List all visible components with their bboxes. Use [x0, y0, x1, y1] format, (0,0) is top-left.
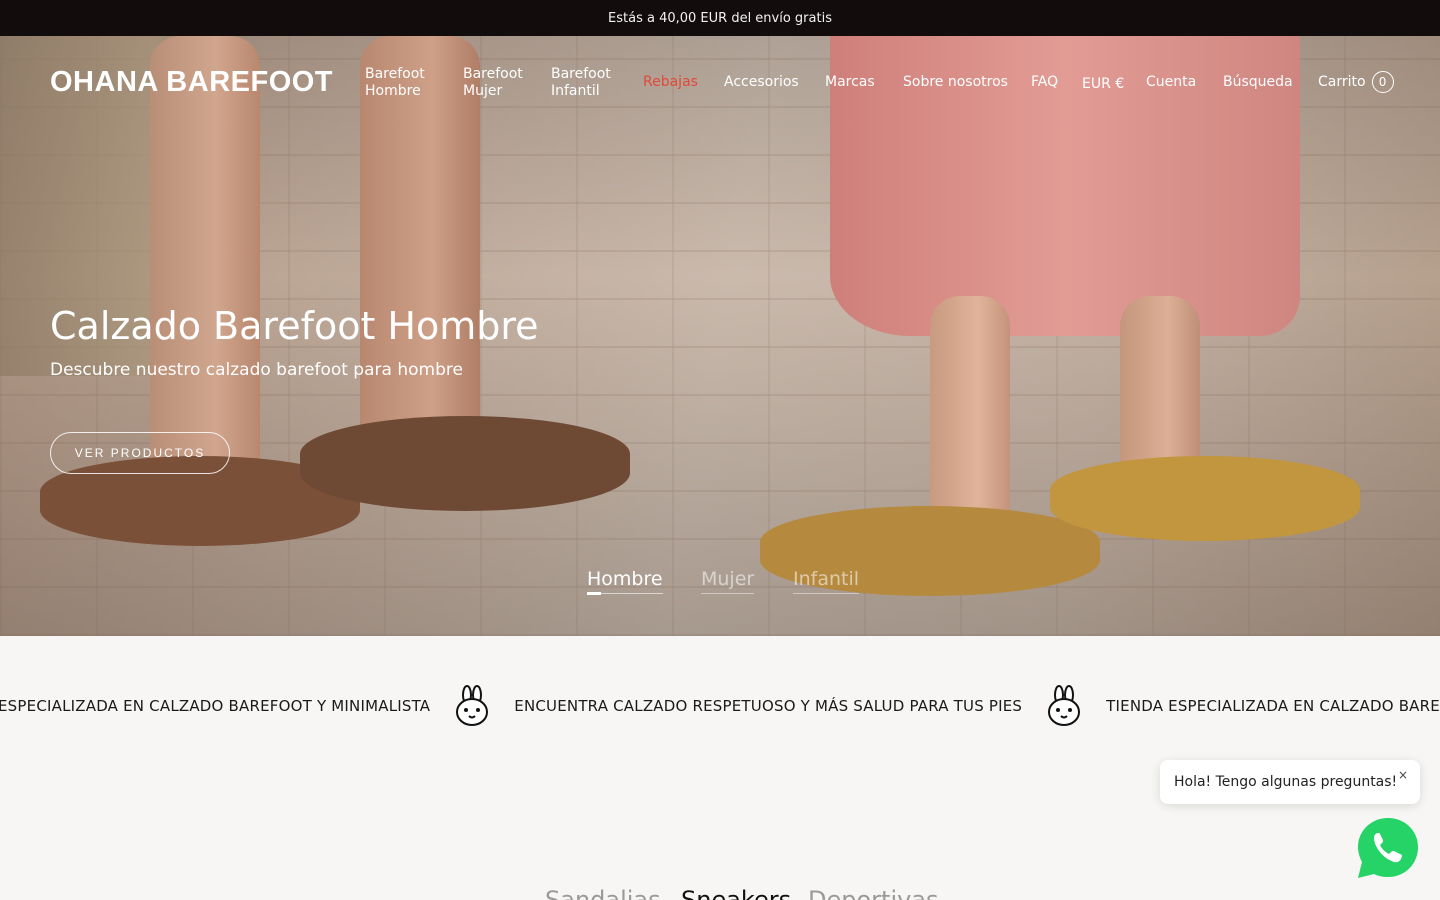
hero-tab-indicator — [701, 593, 755, 594]
nav-barefoot-infantil[interactable]: Barefoot Infantil — [551, 66, 611, 100]
nav-busqueda[interactable]: Búsqueda — [1223, 74, 1293, 91]
marquee-text: TIENDA ESPECIALIZADA EN CALZADO BAREFOOT… — [0, 697, 431, 715]
hero-photo-sandal — [300, 416, 630, 511]
hero-title: Calzado Barefoot Hombre — [50, 304, 539, 348]
tab-sneakers[interactable]: Sneakers — [681, 886, 791, 900]
marquee-text: ENCUENTRA CALZADO RESPETUOSO Y MÁS SALUD… — [514, 697, 1023, 715]
currency-selector[interactable]: EUR € — [1082, 76, 1124, 93]
nav-sobre-nosotros[interactable]: Sobre nosotros — [903, 74, 1008, 91]
nav-accesorios[interactable]: Accesorios — [724, 74, 799, 91]
site-header: OHANA BAREFOOT Barefoot Hombre Barefoot … — [0, 36, 1440, 132]
chat-greeting-bubble[interactable]: Hola! Tengo algunas preguntas! × — [1160, 760, 1420, 804]
hero-tab-mujer[interactable]: Mujer — [701, 568, 755, 594]
category-tabs: Sandalias Sneakers Deportivas — [0, 886, 1440, 900]
hero-photo-sandal — [1050, 456, 1360, 541]
nav-faq[interactable]: FAQ — [1031, 74, 1058, 91]
marquee-track: TIENDA ESPECIALIZADA EN CALZADO BAREFOOT… — [0, 680, 1440, 732]
view-products-button[interactable]: VER PRODUCTOS — [50, 432, 230, 474]
announcement-bar: Estás a 40,00 EUR del envío gratis — [0, 0, 1440, 36]
marquee-text: TIENDA ESPECIALIZADA EN CALZADO BAREFOOT… — [1106, 697, 1440, 715]
nav-rebajas[interactable]: Rebajas — [643, 74, 698, 91]
cart-label: Carrito — [1318, 74, 1366, 90]
hero-photo-leg — [930, 296, 1010, 536]
hero-tab-indicator — [793, 593, 860, 594]
tab-sandalias[interactable]: Sandalias — [545, 886, 661, 900]
cart-link[interactable]: Carrito 0 — [1318, 71, 1394, 93]
rabbit-icon — [456, 685, 489, 726]
nav-marcas[interactable]: Marcas — [825, 74, 875, 91]
hero-tab-infantil[interactable]: Infantil — [793, 568, 860, 594]
hero-tab-label: Mujer — [701, 568, 755, 590]
close-icon[interactable]: × — [1398, 768, 1408, 782]
marquee-strip: TIENDA ESPECIALIZADA EN CALZADO BAREFOOT… — [0, 680, 1440, 732]
announcement-text: Estás a 40,00 EUR del envío gratis — [608, 10, 832, 26]
hero-tab-label: Hombre — [587, 568, 663, 590]
nav-barefoot-mujer[interactable]: Barefoot Mujer — [463, 66, 523, 100]
nav-cuenta[interactable]: Cuenta — [1146, 74, 1196, 91]
rabbit-icon — [1048, 685, 1081, 726]
site-logo[interactable]: OHANA BAREFOOT — [50, 66, 333, 99]
hero-tab-hombre[interactable]: Hombre — [587, 568, 663, 595]
whatsapp-icon[interactable] — [1356, 816, 1420, 880]
chat-greeting-text: Hola! Tengo algunas preguntas! — [1174, 774, 1398, 790]
cart-count-badge: 0 — [1371, 71, 1394, 93]
hero-subtitle: Descubre nuestro calzado barefoot para h… — [50, 360, 463, 380]
hero-tab-indicator — [587, 592, 663, 595]
hero-tab-label: Infantil — [793, 568, 860, 590]
nav-barefoot-hombre[interactable]: Barefoot Hombre — [365, 66, 425, 100]
tab-deportivas[interactable]: Deportivas — [808, 886, 939, 900]
